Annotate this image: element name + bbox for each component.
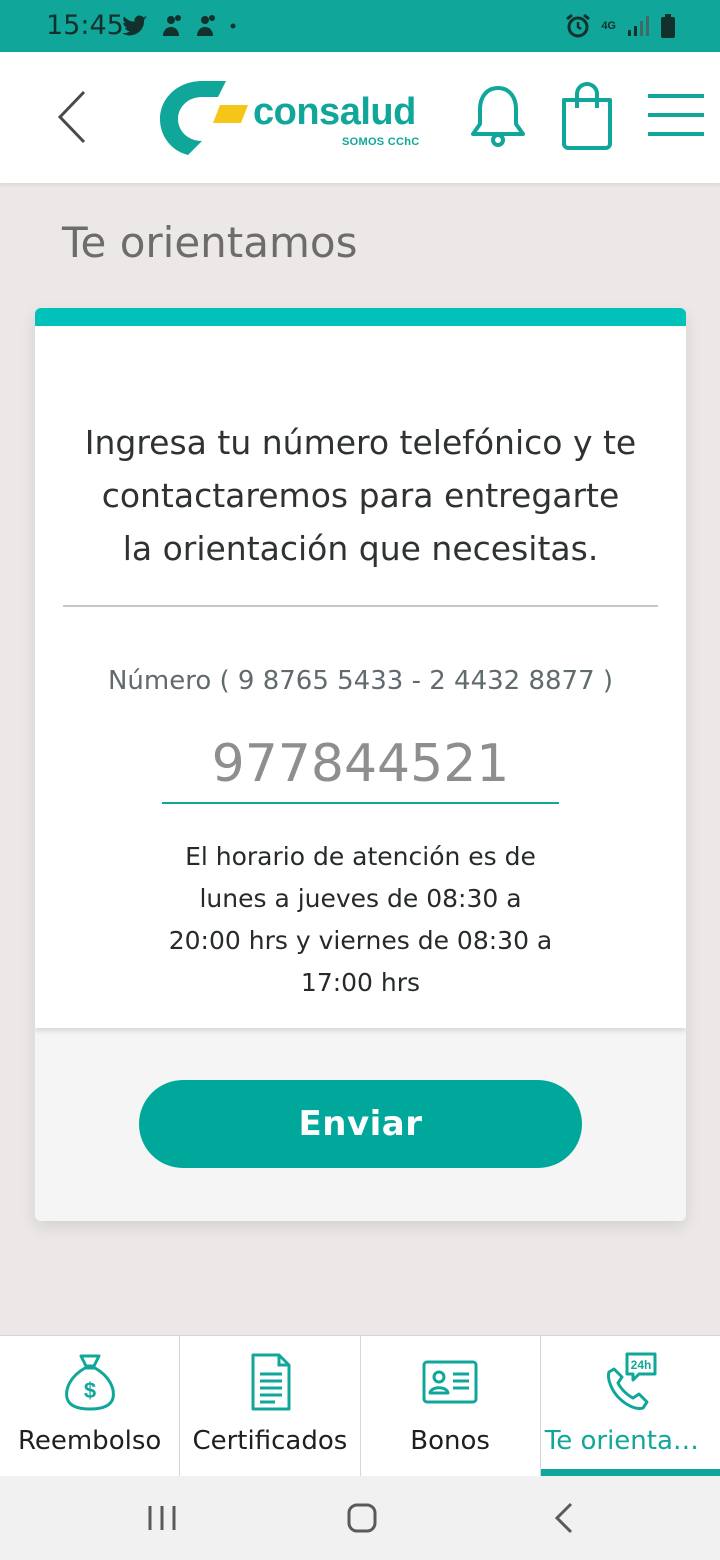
phone-number-label: Número ( 9 8765 5433 - 2 4432 8877 ) [107, 666, 614, 696]
notifications-button[interactable] [468, 82, 528, 152]
tab-label: Bonos [410, 1426, 490, 1456]
alarm-icon [566, 13, 591, 38]
card-accent-bar [35, 308, 686, 326]
card-body: Ingresa tu número telefónico y te contac… [35, 326, 686, 1028]
logo-mark-icon [160, 81, 248, 155]
send-button[interactable]: Enviar [139, 1080, 582, 1168]
hours-line: lunes a jueves de 08:30 a [199, 884, 522, 913]
business-hours-text: El horario de atención es de lunes a jue… [135, 836, 586, 1004]
twitter-icon [122, 15, 147, 36]
network-label: 4G [601, 20, 616, 32]
consalud-logo[interactable]: consalud SOMOS CChC [158, 79, 424, 159]
app-header: consalud SOMOS CChC [0, 52, 720, 183]
document-icon [251, 1353, 291, 1411]
intro-text: Ingresa tu número telefónico y te contac… [63, 416, 658, 575]
system-back-button[interactable] [545, 1496, 585, 1540]
bell-icon [471, 86, 525, 147]
system-back-icon [554, 1502, 573, 1534]
status-time: 15:45 [46, 10, 124, 41]
logo-text: consalud [253, 91, 416, 133]
tab-certificados[interactable]: Certificados [180, 1336, 361, 1476]
svg-text:24h: 24h [631, 1358, 652, 1372]
page-title: Te orientamos [62, 218, 358, 267]
tab-bonos[interactable]: Bonos [361, 1336, 541, 1476]
contact-card: Ingresa tu número telefónico y te contac… [35, 308, 686, 1221]
home-icon [347, 1503, 377, 1533]
recent-apps-button[interactable] [140, 1498, 184, 1538]
hours-line: 17:00 hrs [300, 968, 421, 997]
hours-line: 20:00 hrs y viernes de 08:30 a [168, 926, 553, 955]
tab-label: Te orientamos [544, 1426, 720, 1456]
intro-line: Ingresa tu número telefónico y te [84, 423, 637, 462]
signal-icon [628, 16, 649, 36]
recent-apps-icon [148, 1506, 176, 1530]
home-button[interactable] [340, 1496, 384, 1540]
intro-line: la orientación que necesitas. [122, 529, 599, 568]
tab-label: Certificados [192, 1426, 348, 1456]
shopping-bag-button[interactable] [556, 80, 618, 152]
tab-reembolso[interactable]: $ Reembolso [0, 1336, 181, 1476]
menu-button[interactable] [644, 90, 708, 140]
money-bag-icon: $ [64, 1354, 115, 1411]
phone-number-input[interactable] [162, 726, 559, 804]
dot-icon [230, 23, 236, 29]
back-icon [57, 90, 86, 144]
phone-24h-icon: 24h [607, 1352, 657, 1410]
logo-subtext: SOMOS CChC [342, 136, 420, 148]
id-card-icon [422, 1360, 478, 1404]
notification-icon [197, 15, 215, 36]
menu-icon [648, 94, 704, 136]
svg-text:$: $ [84, 1378, 96, 1403]
battery-icon [661, 14, 675, 38]
status-bar: 15:45 4G [0, 0, 720, 52]
notification-icon [163, 15, 181, 36]
hours-line: El horario de atención es de [185, 842, 536, 871]
back-button[interactable] [48, 82, 98, 152]
tab-label: Reembolso [17, 1426, 162, 1456]
tab-te-orientamos[interactable]: 24h Te orientamos [540, 1336, 720, 1476]
shopping-bag-icon [562, 81, 612, 150]
intro-line: contactaremos para entregarte [101, 476, 620, 515]
divider [63, 605, 658, 607]
bottom-tab-bar: $ Reembolso Certificados Bonos 24h Te or… [0, 1335, 720, 1476]
system-nav-bar [0, 1476, 720, 1560]
